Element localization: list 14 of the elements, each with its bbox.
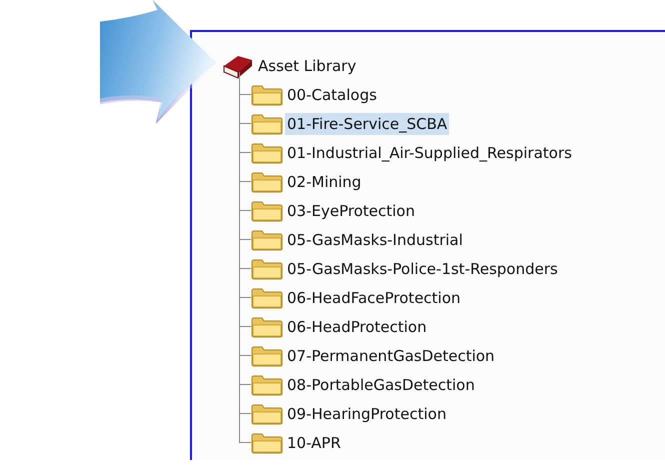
tree-item[interactable]: 00-Catalogs — [285, 84, 379, 106]
tree-item[interactable]: 06-HeadProtection — [285, 316, 429, 338]
tree-item[interactable]: 03-EyeProtection — [285, 200, 417, 222]
tree-item[interactable]: 06-HeadFaceProtection — [285, 286, 463, 308]
tree-item[interactable]: 05-GasMasks-Police-1st-Responders — [285, 258, 560, 280]
tree-item[interactable]: 05-GasMasks-Industrial — [285, 228, 465, 250]
tree-item[interactable]: 02-Mining — [285, 170, 364, 192]
tree-item[interactable]: 01-Fire-Service_SCBA — [285, 112, 450, 134]
tree-item[interactable]: 10-APR — [285, 432, 343, 454]
tree-item[interactable]: 01-Industrial_Air-Supplied_Respirators — [285, 142, 574, 164]
tree-item[interactable]: Asset Library — [256, 54, 358, 76]
tree-item[interactable]: 08-PortableGasDetection — [285, 374, 477, 396]
tree-item[interactable]: 07-PermanentGasDetection — [285, 344, 497, 366]
tree-item[interactable]: 09-HearingProtection — [285, 402, 448, 424]
